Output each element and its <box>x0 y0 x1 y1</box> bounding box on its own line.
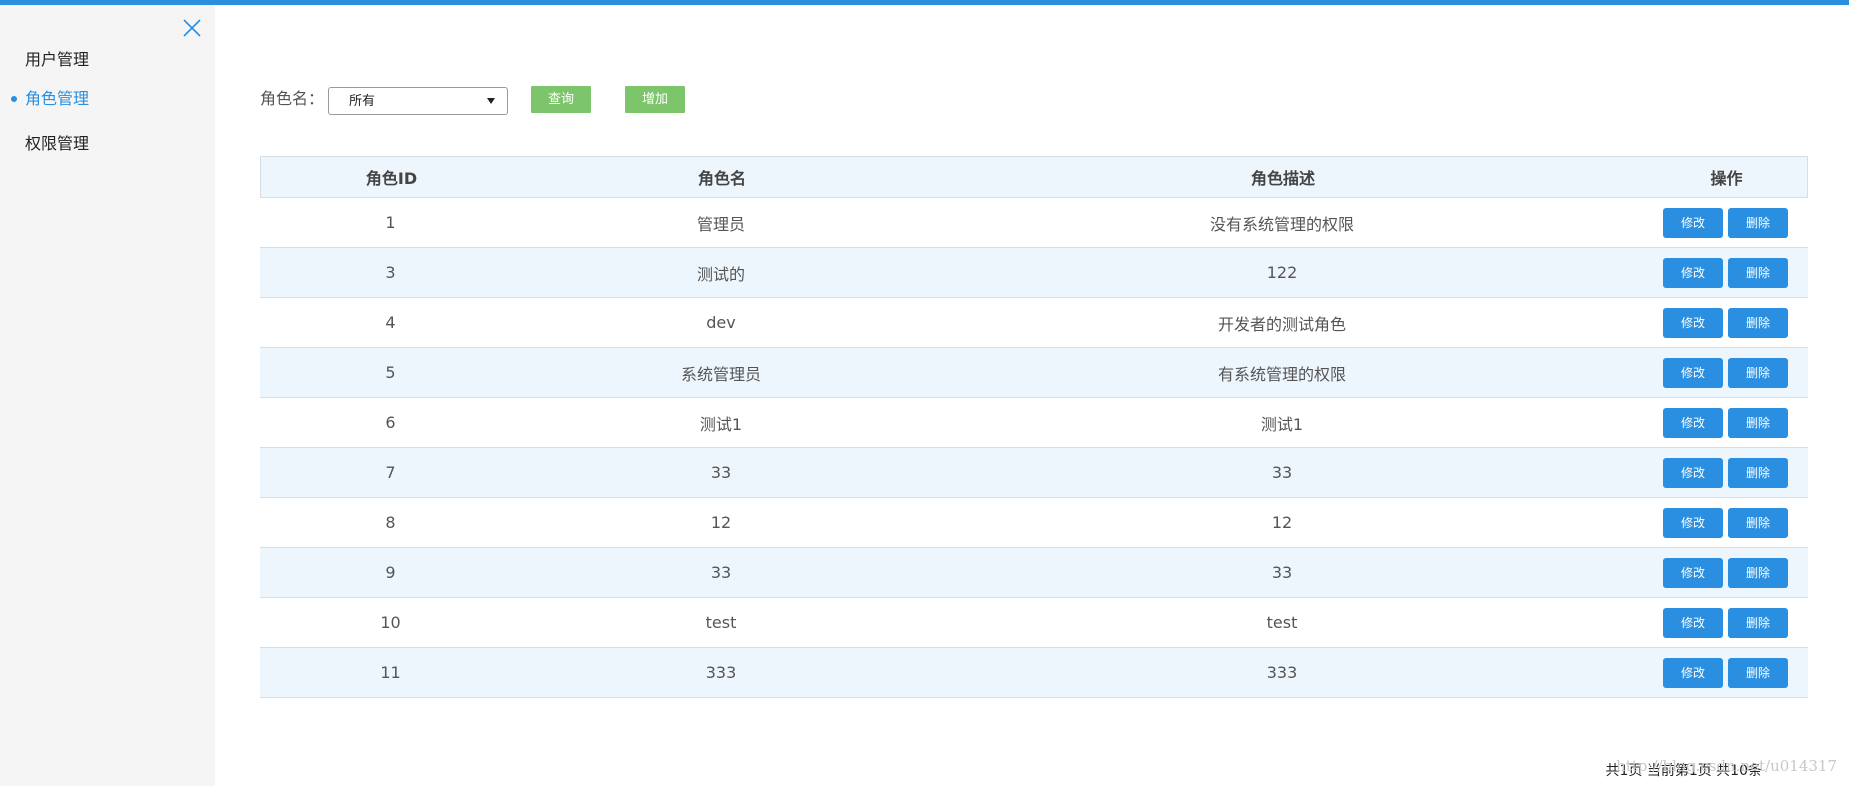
cell-role-description: 33 <box>1271 463 1293 482</box>
header-role-name: 角色名 <box>697 169 746 188</box>
watermark: http://blog.csdn.net/u014317 <box>1616 757 1837 775</box>
delete-button[interactable]: 删除 <box>1728 257 1788 288</box>
cell-actions: 修改 删除 <box>1643 448 1808 497</box>
edit-button[interactable]: 修改 <box>1663 307 1723 338</box>
cell-actions: 修改 删除 <box>1643 498 1808 547</box>
edit-button[interactable]: 修改 <box>1663 457 1723 488</box>
table-row: 11 333 333 修改 删除 <box>260 648 1808 698</box>
header-role-description: 角色描述 <box>1250 169 1315 188</box>
query-button[interactable]: 查询 <box>531 86 591 113</box>
delete-button[interactable]: 删除 <box>1728 357 1788 388</box>
cell-role-description: 有系统管理的权限 <box>1217 364 1346 384</box>
cell-role-description: 测试1 <box>1260 414 1304 434</box>
cell-role-id: 11 <box>380 663 401 682</box>
delete-button[interactable]: 删除 <box>1728 407 1788 438</box>
delete-button[interactable]: 删除 <box>1728 457 1788 488</box>
table-row: 5 系统管理员 有系统管理的权限 修改 删除 <box>260 348 1808 398</box>
edit-button[interactable]: 修改 <box>1663 207 1723 238</box>
cell-role-id: 9 <box>385 563 396 582</box>
table-row: 9 33 33 修改 删除 <box>260 548 1808 598</box>
active-indicator-dot <box>11 96 17 102</box>
cell-role-name: 333 <box>705 663 737 682</box>
cell-role-description: 33 <box>1271 563 1293 582</box>
cell-role-name: dev <box>706 313 736 332</box>
cell-actions: 修改 删除 <box>1643 648 1808 697</box>
edit-button[interactable]: 修改 <box>1663 257 1723 288</box>
sidebar-item-permission-management[interactable]: 权限管理 <box>25 134 89 154</box>
close-icon[interactable] <box>181 17 203 39</box>
main-content: 角色名： 所有 查询 增加 角色ID 角色名 角色描述 操作 1 管理员 没有系统管… <box>260 5 1810 786</box>
cell-role-id: 7 <box>385 463 396 482</box>
cell-actions: 修改 删除 <box>1643 548 1808 597</box>
header-actions: 操作 <box>1710 169 1743 188</box>
table-row: 8 12 12 修改 删除 <box>260 498 1808 548</box>
delete-button[interactable]: 删除 <box>1728 507 1788 538</box>
cell-role-id: 1 <box>385 213 396 232</box>
header-role-id: 角色ID <box>365 169 418 188</box>
table-row: 3 测试的 122 修改 删除 <box>260 248 1808 298</box>
table-body: 1 管理员 没有系统管理的权限 修改 删除 3 测试的 122 修改 删除 4 dev 开发者的测试角色… <box>260 198 1808 698</box>
table-row: 4 dev 开发者的测试角色 修改 删除 <box>260 298 1808 348</box>
cell-role-id: 5 <box>385 363 396 382</box>
delete-button[interactable]: 删除 <box>1728 207 1788 238</box>
table-row: 6 测试1 测试1 修改 删除 <box>260 398 1808 448</box>
cell-role-id: 8 <box>385 513 396 532</box>
table-row: 7 33 33 修改 删除 <box>260 448 1808 498</box>
edit-button[interactable]: 修改 <box>1663 557 1723 588</box>
cell-role-description: test <box>1266 613 1298 632</box>
cell-actions: 修改 删除 <box>1643 598 1808 647</box>
table-row: 1 管理员 没有系统管理的权限 修改 删除 <box>260 198 1808 248</box>
cell-role-description: 没有系统管理的权限 <box>1209 214 1354 234</box>
edit-button[interactable]: 修改 <box>1663 657 1723 688</box>
edit-button[interactable]: 修改 <box>1663 407 1723 438</box>
cell-role-name: test <box>705 613 737 632</box>
edit-button[interactable]: 修改 <box>1663 357 1723 388</box>
cell-role-id: 3 <box>385 263 396 282</box>
cell-role-id: 6 <box>385 413 396 432</box>
dropdown-arrow-icon <box>487 98 495 104</box>
cell-role-description: 12 <box>1271 513 1293 532</box>
cell-role-name: 测试1 <box>699 414 743 434</box>
roles-table: 角色ID 角色名 角色描述 操作 1 管理员 没有系统管理的权限 修改 删除 3 测试的 12… <box>260 156 1808 698</box>
edit-button[interactable]: 修改 <box>1663 507 1723 538</box>
cell-role-name: 系统管理员 <box>680 364 761 384</box>
cell-role-id: 10 <box>380 613 401 632</box>
edit-button[interactable]: 修改 <box>1663 607 1723 638</box>
cell-role-name: 12 <box>710 513 732 532</box>
delete-button[interactable]: 删除 <box>1728 607 1788 638</box>
cell-actions: 修改 删除 <box>1643 398 1808 447</box>
role-select-value: 所有 <box>349 94 376 109</box>
cell-role-name: 管理员 <box>696 214 745 234</box>
role-name-select[interactable]: 所有 <box>328 87 508 115</box>
sidebar: 用户管理 角色管理 权限管理 <box>0 5 215 786</box>
cell-role-name: 33 <box>710 563 732 582</box>
cell-actions: 修改 删除 <box>1643 248 1808 297</box>
cell-actions: 修改 删除 <box>1643 348 1808 397</box>
cell-role-name: 33 <box>710 463 732 482</box>
add-button[interactable]: 增加 <box>625 86 685 113</box>
sidebar-item-user-management[interactable]: 用户管理 <box>25 50 89 70</box>
cell-role-id: 4 <box>385 313 396 332</box>
table-row: 10 test test 修改 删除 <box>260 598 1808 648</box>
delete-button[interactable]: 删除 <box>1728 307 1788 338</box>
cell-role-description: 122 <box>1266 263 1298 282</box>
delete-button[interactable]: 删除 <box>1728 557 1788 588</box>
sidebar-item-role-management[interactable]: 角色管理 <box>25 89 89 109</box>
cell-actions: 修改 删除 <box>1643 298 1808 347</box>
delete-button[interactable]: 删除 <box>1728 657 1788 688</box>
cell-actions: 修改 删除 <box>1643 198 1808 247</box>
table-header: 角色ID 角色名 角色描述 操作 <box>260 156 1808 198</box>
role-name-filter-label: 角色名： <box>260 89 325 108</box>
cell-role-description: 333 <box>1266 663 1298 682</box>
cell-role-description: 开发者的测试角色 <box>1217 314 1346 334</box>
cell-role-name: 测试的 <box>696 264 745 284</box>
